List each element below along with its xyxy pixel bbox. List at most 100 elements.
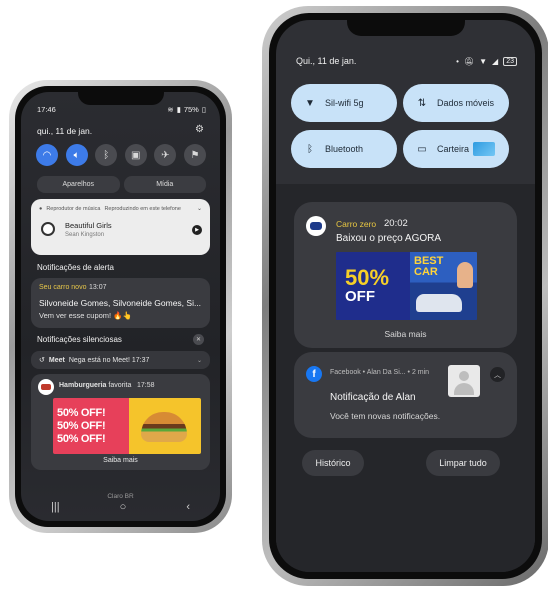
right-phone: Qui., 11 de jan. • 🔕︎ ▼ ◢ 23 ▼ Sil-wifi … — [262, 6, 548, 586]
car-promo-banner[interactable]: 50% OFF BEST CAR — [336, 252, 477, 320]
wifi-tile[interactable]: ▼ Sil-wifi 5g — [291, 84, 397, 122]
camera-notch — [77, 92, 164, 105]
left-notification-shade: 17:46 ≋ ▮ 75% ▯ qui., 11 de jan. ⚙ ◠ 🔈︎ … — [21, 92, 220, 521]
status-bar: 17:46 ≋ ▮ 75% ▯ — [37, 105, 206, 114]
wifi-icon: ▼ — [305, 97, 315, 109]
artist-name: Sean Kingston — [65, 232, 105, 238]
person-image — [457, 262, 473, 288]
device-media-buttons: Aparelhos Mídia — [37, 176, 206, 193]
meet-notification[interactable]: ↺ Meet Nega está no Meet! 17:37 ⌄ — [31, 351, 210, 369]
avatar — [448, 365, 480, 397]
signal-icon: ▮ — [176, 105, 181, 114]
settings-gear-icon[interactable]: ⚙ — [195, 124, 204, 135]
chevron-up-icon[interactable]: ︿ — [490, 367, 505, 382]
burger-image — [141, 412, 187, 442]
facebook-notification[interactable]: f Facebook • Alan Da Si... • 2 min Notif… — [294, 352, 517, 438]
notification-time: 13:07 — [89, 284, 107, 291]
devices-button[interactable]: Aparelhos — [37, 176, 120, 193]
navigation-bar: ||| ○ ‹ — [21, 501, 220, 513]
bluetooth-icon: ᛒ — [103, 149, 110, 161]
signal-icon: ◢ — [492, 56, 499, 66]
banner-best-text: BEST CAR — [414, 255, 444, 278]
music-app-icon: ● — [39, 205, 43, 212]
close-icon[interactable]: ✕ — [193, 334, 204, 345]
battery-level: 75% — [183, 105, 199, 114]
home-button[interactable]: ○ — [120, 501, 127, 513]
wallet-icon: ▭ — [417, 143, 427, 155]
portrait-lock-icon: ▣ — [131, 149, 141, 161]
dot-icon: • — [456, 56, 459, 66]
notification-time: 20:02 — [384, 218, 408, 229]
burger-logo-icon — [38, 379, 54, 395]
notification-line-1: Silvoneide Gomes, Silvoneide Gomes, Si..… — [39, 298, 202, 308]
tile-label: Carteira — [437, 144, 470, 154]
airplane-toggle[interactable]: ✈ — [154, 144, 177, 166]
notification-body: Você tem novas notificações. — [330, 411, 441, 421]
status-time: 17:46 — [37, 105, 56, 114]
camera-notch — [346, 20, 465, 36]
back-button[interactable]: ‹ — [186, 501, 190, 513]
alert-section-title: Notificações de alerta — [37, 263, 114, 272]
notification-line-2: Vem ver esse cupom! 🔥👆 — [39, 311, 132, 320]
clear-all-button[interactable]: Limpar tudo — [426, 450, 500, 476]
bluetooth-toggle[interactable]: ᛒ — [95, 144, 118, 166]
silent-section-title: Notificações silenciosas — [37, 335, 122, 344]
notification-title: Notificação de Alan — [330, 392, 416, 403]
mute-icon: 🔕︎ — [463, 56, 475, 66]
battery-level: 23 — [503, 56, 517, 66]
history-button[interactable]: Histórico — [302, 450, 364, 476]
quick-settings-row: ◠ 🔈︎ ᛒ ▣ ✈ ⚑ — [36, 144, 206, 166]
media-button[interactable]: Mídia — [123, 176, 206, 193]
sound-toggle[interactable]: 🔈︎ — [65, 144, 88, 166]
left-phone: 17:46 ≋ ▮ 75% ▯ qui., 11 de jan. ⚙ ◠ 🔈︎ … — [9, 80, 232, 533]
card-icon — [473, 142, 495, 156]
car-app-logo-icon — [306, 216, 326, 236]
notification-meta: Facebook • Alan Da Si... • 2 min — [330, 369, 430, 376]
mobile-data-tile[interactable]: ⇅ Dados móveis — [403, 84, 509, 122]
recent-apps-button[interactable]: ||| — [51, 501, 60, 513]
meet-app-name: Meet — [48, 356, 65, 364]
media-player-card[interactable]: ● Reprodutor de música Reproduzindo em e… — [31, 199, 210, 255]
portrait-lock-toggle[interactable]: ▣ — [124, 144, 147, 166]
learn-more-link[interactable]: Saiba mais — [294, 329, 517, 339]
burger-promo-banner[interactable]: 50% OFF! 50% OFF! 50% OFF! — [53, 398, 201, 454]
airplane-icon: ✈ — [161, 149, 170, 161]
wifi-icon: ◠ — [42, 149, 52, 161]
burger-app-name: Hamburgueria favorita — [59, 382, 132, 389]
wifi-toggle[interactable]: ◠ — [36, 144, 58, 166]
media-header: ● Reprodutor de música Reproduzindo em e… — [39, 205, 202, 213]
wifi-icon: ▼ — [479, 56, 488, 66]
car-notification[interactable]: Carro zero 20:02 Baixou o preço AGORA 50… — [294, 202, 517, 348]
album-art-icon — [41, 222, 55, 236]
learn-more-link[interactable]: Saiba mais — [31, 457, 210, 464]
wallet-tile[interactable]: ▭ Carteira — [403, 130, 509, 168]
banner-off: OFF — [345, 288, 375, 305]
burger-notification[interactable]: Hamburgueria favorita 17:58 50% OFF! 50%… — [31, 374, 210, 470]
sound-icon: 🔈︎ — [73, 149, 80, 161]
tile-label: Dados móveis — [437, 98, 495, 108]
notification-time: 17:58 — [137, 382, 155, 389]
status-date: Qui., 11 de jan. — [296, 56, 357, 66]
date-label: qui., 11 de jan. — [37, 126, 93, 136]
chevron-down-icon[interactable]: ⌄ — [197, 357, 202, 364]
car-notification[interactable]: Seu carro novo 13:07 Silvoneide Gomes, S… — [31, 278, 210, 328]
media-app-name: Reprodutor de música — [46, 205, 101, 212]
bluetooth-tile[interactable]: ᛒ Bluetooth — [291, 130, 397, 168]
media-subtitle: Reproduzindo em este telefone — [104, 205, 181, 212]
meet-icon: ↺ — [39, 357, 45, 364]
notification-message: Baixou o preço AGORA — [336, 233, 442, 244]
tile-label: Bluetooth — [325, 144, 364, 154]
notification-app-name: Carro zero — [336, 219, 377, 229]
flashlight-toggle[interactable]: ⚑ — [183, 144, 206, 166]
notification-app-name: Seu carro novo — [39, 284, 87, 291]
banner-text: 50% OFF! — [57, 432, 106, 445]
facebook-icon: f — [306, 366, 322, 382]
chevron-down-icon[interactable]: ⌄ — [197, 205, 202, 212]
mobile-data-icon: ⇅ — [417, 97, 427, 109]
play-button[interactable]: ▶ — [192, 225, 202, 235]
banner-percent: 50% — [345, 265, 390, 290]
tile-label: Sil-wifi 5g — [325, 98, 364, 108]
banner-text: 50% OFF! — [57, 419, 106, 432]
status-bar: Qui., 11 de jan. • 🔕︎ ▼ ◢ 23 — [296, 56, 517, 66]
meet-text: Nega está no Meet! 17:37 — [68, 356, 150, 364]
